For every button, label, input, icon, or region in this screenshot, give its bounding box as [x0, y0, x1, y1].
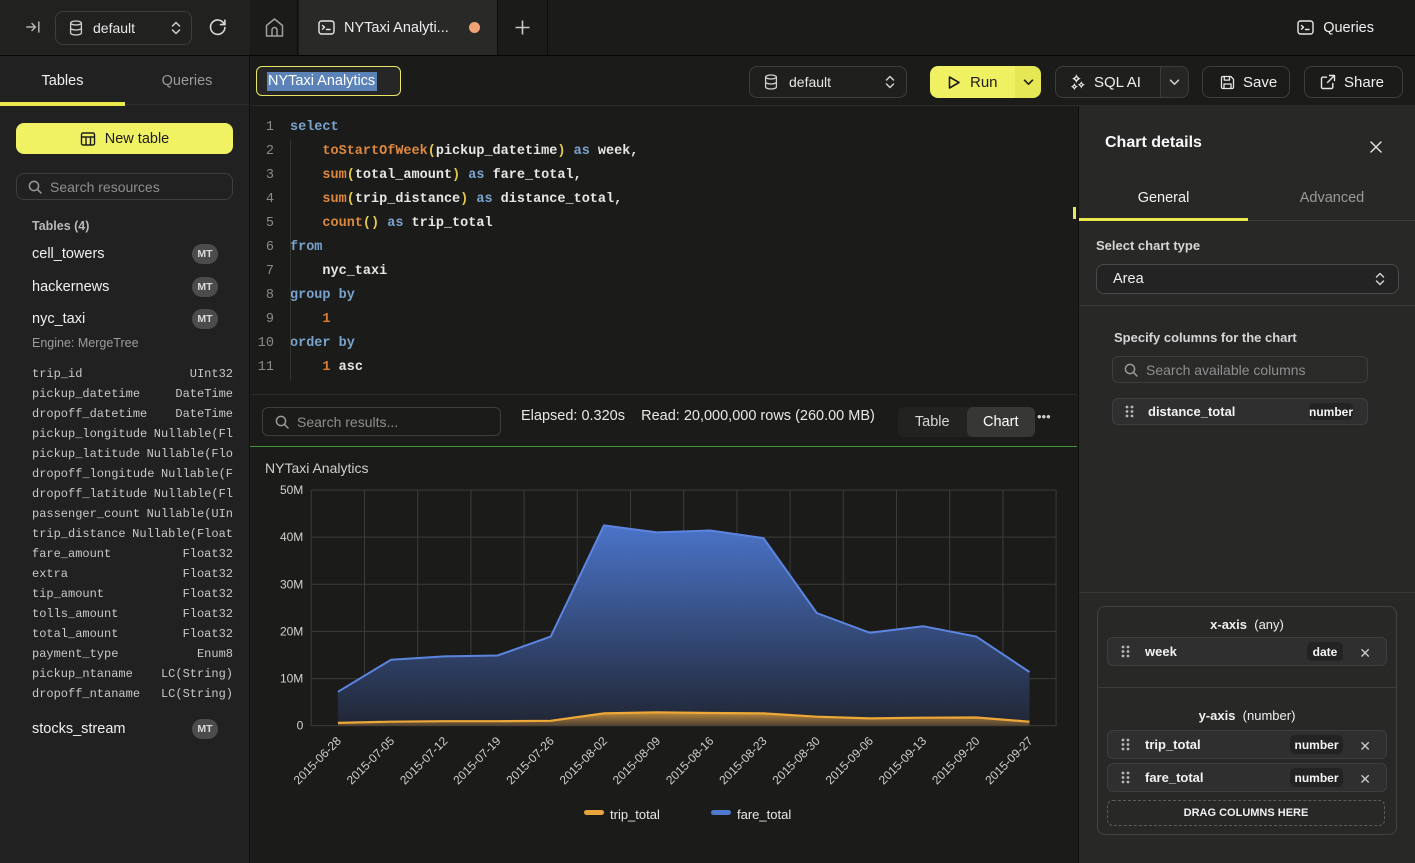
svg-text:20M: 20M — [280, 624, 303, 638]
svg-text:2015-08-09: 2015-08-09 — [610, 734, 664, 788]
svg-text:2015-08-02: 2015-08-02 — [557, 734, 611, 788]
svg-text:10M: 10M — [280, 672, 303, 686]
svg-text:30M: 30M — [280, 577, 303, 591]
svg-text:2015-07-12: 2015-07-12 — [397, 734, 451, 788]
svg-text:2015-09-20: 2015-09-20 — [929, 734, 983, 788]
svg-text:0: 0 — [297, 719, 304, 733]
svg-text:2015-07-26: 2015-07-26 — [504, 734, 558, 788]
svg-text:fare_total: fare_total — [737, 807, 791, 822]
svg-text:2015-07-05: 2015-07-05 — [344, 734, 398, 788]
svg-text:2015-08-16: 2015-08-16 — [663, 734, 717, 788]
svg-text:2015-09-27: 2015-09-27 — [982, 734, 1036, 788]
svg-text:50M: 50M — [280, 483, 303, 497]
svg-text:2015-07-19: 2015-07-19 — [450, 734, 504, 788]
svg-text:NYTaxi Analytics: NYTaxi Analytics — [265, 460, 368, 476]
svg-text:2015-09-13: 2015-09-13 — [876, 734, 930, 788]
svg-text:trip_total: trip_total — [610, 807, 660, 822]
svg-text:2015-08-23: 2015-08-23 — [716, 734, 770, 788]
svg-text:2015-08-30: 2015-08-30 — [770, 734, 824, 788]
svg-text:2015-06-28: 2015-06-28 — [291, 734, 345, 788]
svg-text:2015-09-06: 2015-09-06 — [823, 734, 877, 788]
svg-text:40M: 40M — [280, 530, 303, 544]
